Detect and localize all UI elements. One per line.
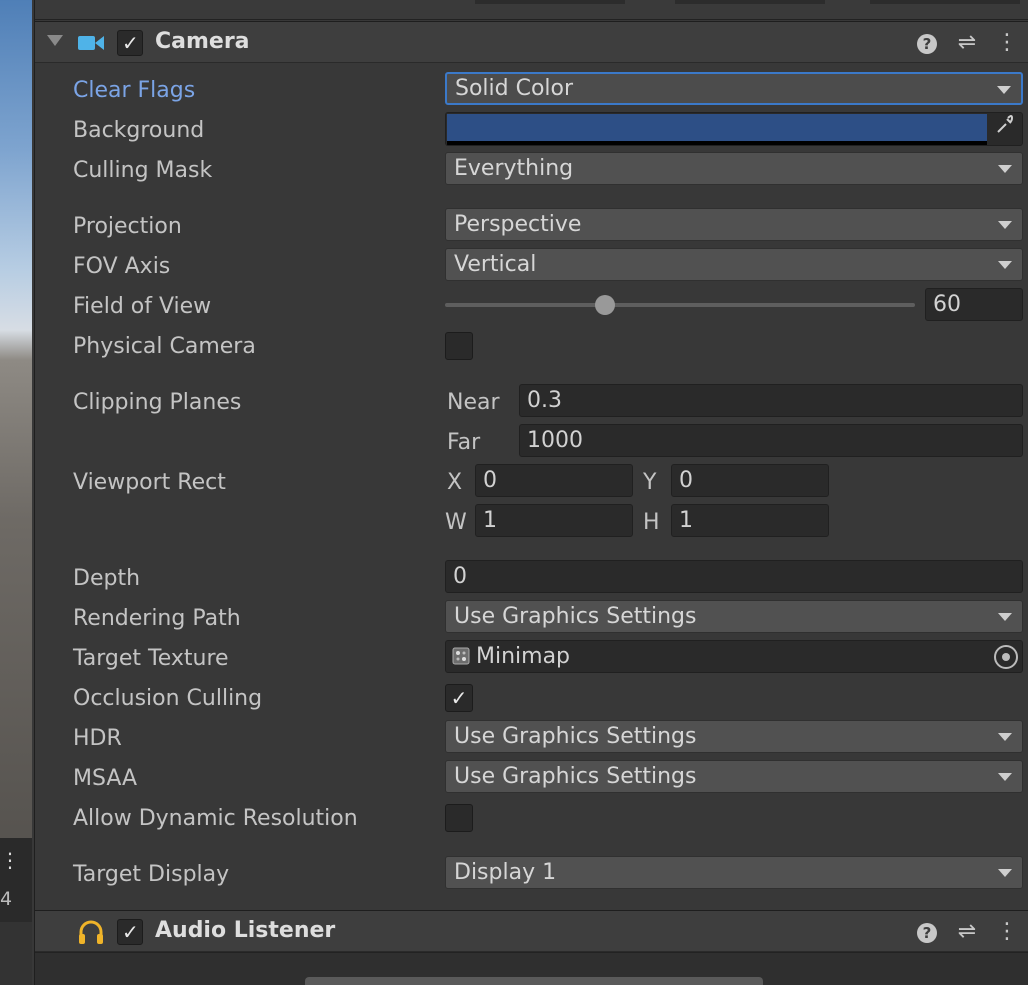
fov-axis-label: FOV Axis [73, 254, 171, 279]
chevron-down-icon [997, 86, 1011, 94]
inspector-panel: ✓ Camera ? ⇌ ⋮ Clear Flags Solid Color B… [34, 0, 1028, 985]
hdr-label: HDR [73, 726, 122, 751]
hdr-dropdown[interactable]: Use Graphics Settings [445, 720, 1023, 753]
field-of-view-slider-thumb[interactable] [594, 295, 615, 315]
viewport-h-input[interactable]: 1 [671, 504, 829, 537]
target-texture-field[interactable]: Minimap [445, 640, 1023, 673]
more-icon[interactable]: ⋮ [995, 31, 1019, 55]
target-texture-label: Target Texture [73, 646, 229, 671]
camera-enabled-checkbox[interactable]: ✓ [117, 30, 143, 56]
physical-camera-checkbox[interactable] [445, 332, 473, 360]
checkmark-icon: ✓ [122, 31, 139, 55]
background-color-field[interactable] [445, 112, 1023, 146]
audio-listener-component-header[interactable]: ✓ Audio Listener ? ⇌ ⋮ [35, 910, 1028, 952]
projection-dropdown[interactable]: Perspective [445, 208, 1023, 241]
field-of-view-input[interactable]: 60 [925, 288, 1023, 321]
viewport-rect-label: Viewport Rect [73, 470, 226, 495]
culling-mask-label: Culling Mask [73, 158, 213, 183]
chevron-down-icon [998, 613, 1012, 621]
previous-field [475, 0, 625, 4]
object-picker-icon[interactable] [994, 645, 1018, 669]
depth-input[interactable]: 0 [445, 560, 1023, 593]
viewport-y-input[interactable]: 0 [671, 464, 829, 497]
physical-camera-label: Physical Camera [73, 334, 256, 359]
allow-dynamic-resolution-label: Allow Dynamic Resolution [73, 806, 358, 831]
rendering-path-label: Rendering Path [73, 606, 241, 631]
render-texture-icon [452, 647, 470, 665]
target-display-label: Target Display [73, 862, 230, 887]
scene-footer [0, 922, 32, 985]
help-icon[interactable]: ? [915, 31, 939, 55]
culling-mask-dropdown[interactable]: Everything [445, 152, 1023, 185]
msaa-value: Use Graphics Settings [454, 764, 697, 789]
previous-component-footer [35, 0, 1028, 20]
help-icon[interactable]: ? [915, 920, 939, 944]
camera-component-header[interactable]: ✓ Camera ? ⇌ ⋮ [35, 21, 1028, 63]
audio-listener-enabled-checkbox[interactable]: ✓ [117, 919, 143, 945]
previous-field [675, 0, 825, 4]
occlusion-culling-checkbox[interactable]: ✓ [445, 684, 473, 712]
projection-label: Projection [73, 214, 182, 239]
far-label: Far [447, 430, 481, 455]
viewport-w-input[interactable]: 1 [475, 504, 633, 537]
viewport-y-label: Y [643, 470, 657, 495]
background-label: Background [73, 118, 205, 143]
color-swatch[interactable] [447, 114, 987, 141]
far-clip-input[interactable]: 1000 [519, 424, 1023, 457]
previous-field [870, 0, 1020, 4]
add-component-button[interactable] [305, 977, 763, 985]
rendering-path-value: Use Graphics Settings [454, 604, 697, 629]
target-texture-value: Minimap [476, 644, 571, 669]
clear-flags-label: Clear Flags [73, 78, 196, 103]
fov-axis-value: Vertical [454, 252, 537, 277]
msaa-label: MSAA [73, 766, 138, 791]
viewport-h-label: H [643, 510, 660, 535]
viewport-x-input[interactable]: 0 [475, 464, 633, 497]
eyedropper-icon[interactable] [990, 115, 1020, 143]
more-icon[interactable]: ⋮ [0, 848, 20, 872]
chevron-down-icon [998, 733, 1012, 741]
projection-value: Perspective [454, 212, 582, 237]
chevron-down-icon [998, 165, 1012, 173]
component-title: Audio Listener [155, 918, 336, 943]
presets-icon[interactable]: ⇌ [955, 920, 979, 944]
inspector-footer [35, 952, 1028, 985]
viewport-x-label: X [447, 470, 463, 495]
alpha-bar [447, 141, 987, 145]
field-of-view-label: Field of View [73, 294, 212, 319]
chevron-down-icon [998, 261, 1012, 269]
culling-mask-value: Everything [454, 156, 574, 181]
hdr-value: Use Graphics Settings [454, 724, 697, 749]
near-clip-input[interactable]: 0.3 [519, 384, 1023, 417]
checkmark-icon: ✓ [450, 686, 468, 710]
checkmark-icon: ✓ [122, 920, 139, 944]
near-label: Near [447, 390, 500, 415]
headphones-icon [79, 920, 103, 944]
clear-flags-value: Solid Color [455, 76, 574, 101]
more-icon[interactable]: ⋮ [995, 920, 1019, 944]
chevron-down-icon [998, 773, 1012, 781]
camera-icon [78, 36, 104, 50]
msaa-dropdown[interactable]: Use Graphics Settings [445, 760, 1023, 793]
component-title: Camera [155, 29, 250, 54]
chevron-down-icon [998, 869, 1012, 877]
scene-counter: 4 [0, 888, 13, 910]
viewport-w-label: W [445, 510, 467, 535]
fov-axis-dropdown[interactable]: Vertical [445, 248, 1023, 281]
field-of-view-slider-track[interactable] [445, 303, 915, 307]
chevron-down-icon [998, 221, 1012, 229]
presets-icon[interactable]: ⇌ [955, 31, 979, 55]
clipping-planes-label: Clipping Planes [73, 390, 242, 415]
target-display-dropdown[interactable]: Display 1 [445, 856, 1023, 889]
allow-dynamic-resolution-checkbox[interactable] [445, 804, 473, 832]
occlusion-culling-label: Occlusion Culling [73, 686, 263, 711]
clear-flags-dropdown[interactable]: Solid Color [445, 72, 1023, 105]
foldout-arrow-icon[interactable] [47, 35, 63, 46]
depth-label: Depth [73, 566, 141, 591]
rendering-path-dropdown[interactable]: Use Graphics Settings [445, 600, 1023, 633]
target-display-value: Display 1 [454, 860, 557, 885]
